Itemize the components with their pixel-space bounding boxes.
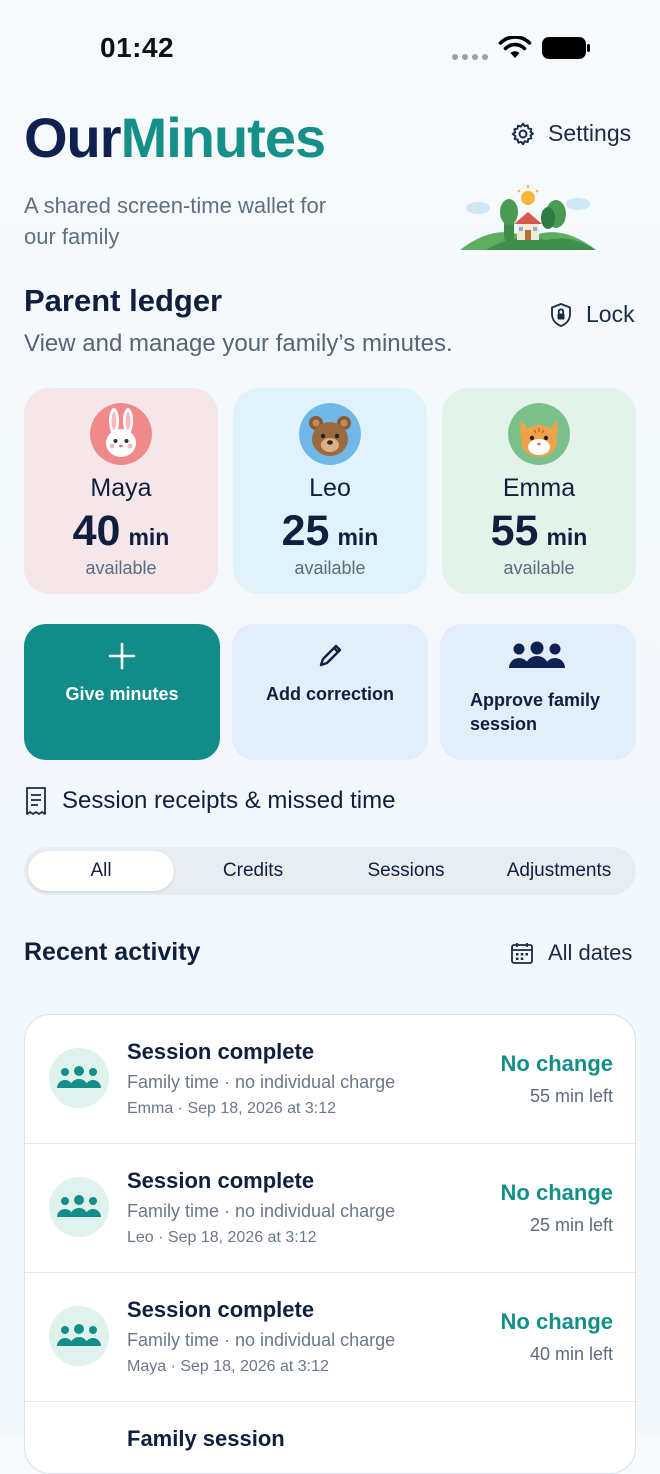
page-title: Parent ledger: [24, 283, 223, 318]
activity-meta: Leo · Sep 18, 2026 at 3:12: [127, 1229, 317, 1246]
logo-minutes: Minutes: [120, 106, 327, 169]
kid-name: Emma: [502, 474, 576, 502]
lock-label: Lock: [586, 301, 635, 327]
tab-sessions[interactable]: Sessions: [334, 851, 478, 891]
kid-card-maya[interactable]: Maya 40 min available: [24, 388, 218, 594]
date-filter-button[interactable]: All dates: [510, 940, 632, 966]
activity-row[interactable]: Session complete Family time · no indivi…: [25, 1144, 635, 1273]
kid-minutes-unit: min: [337, 524, 379, 550]
activity-meta: Maya · Sep 18, 2026 at 3:12: [127, 1358, 329, 1375]
shield-lock-icon: [551, 302, 571, 327]
recent-activity-title: Recent activity: [24, 938, 201, 966]
activity-title: Family session: [127, 1426, 285, 1451]
activity-title: Session complete: [127, 1039, 315, 1064]
gear-icon: [511, 122, 534, 145]
give-minutes-button[interactable]: Give minutes: [24, 624, 220, 760]
page-subtitle: View and manage your family’s minutes.: [24, 330, 453, 357]
activity-list: Session complete Family time · no indivi…: [24, 1014, 636, 1474]
family-house-illustration: [460, 185, 596, 250]
approve-family-session-label: Approve family session: [470, 690, 601, 734]
activity-remaining: 55 min left: [529, 1086, 613, 1106]
activity-detail: Family time · no individual charge: [127, 1072, 396, 1092]
activity-remaining: 25 min left: [529, 1215, 613, 1235]
approve-family-session-button[interactable]: Approve family session: [440, 624, 636, 760]
date-filter-label: All dates: [548, 940, 633, 965]
activity-title: Session complete: [127, 1168, 315, 1193]
family-group-icon: [49, 1306, 109, 1366]
pencil-icon: [319, 644, 342, 667]
kid-minutes: 25: [281, 507, 330, 555]
add-correction-button[interactable]: Add correction: [232, 624, 428, 760]
kid-minutes: 55: [490, 507, 539, 555]
filter-tabs: All Credits Sessions Adjustments: [24, 847, 636, 895]
kid-status: available: [294, 558, 366, 578]
receipt-icon: [26, 787, 46, 815]
app-logo: OurMinutes: [24, 104, 327, 172]
lock-button[interactable]: Lock: [550, 301, 635, 328]
kid-status: available: [85, 558, 157, 578]
activity-row[interactable]: Session complete Family time · no indivi…: [25, 1015, 635, 1144]
kid-card-emma[interactable]: Emma 55 min available: [442, 388, 636, 594]
activity-detail: Family time · no individual charge: [127, 1201, 396, 1221]
give-minutes-label: Give minutes: [65, 684, 179, 704]
activity-remaining: 40 min left: [529, 1344, 613, 1364]
calendar-icon: [511, 943, 533, 964]
activity-row[interactable]: Family session: [25, 1402, 635, 1473]
activity-row[interactable]: Session complete Family time · no indivi…: [25, 1273, 635, 1402]
kid-name: Leo: [309, 474, 351, 502]
kid-minutes-unit: min: [546, 524, 588, 550]
kid-status: available: [503, 558, 575, 578]
activity-change: No change: [500, 1051, 613, 1076]
kid-name: Maya: [90, 474, 152, 502]
bear-avatar-icon: [299, 403, 361, 465]
tab-all[interactable]: All: [28, 851, 174, 891]
family-group-icon: [49, 1177, 109, 1237]
family-group-icon: [49, 1048, 109, 1108]
battery-icon: [542, 37, 590, 59]
cat-avatar-icon: [508, 403, 570, 465]
settings-label: Settings: [548, 120, 632, 146]
add-correction-label: Add correction: [265, 684, 394, 704]
activity-change: No change: [500, 1309, 613, 1334]
plus-icon: [108, 642, 136, 670]
session-receipts-link[interactable]: Session receipts & missed time: [24, 786, 395, 816]
settings-button[interactable]: Settings: [510, 120, 631, 147]
kid-minutes: 40: [72, 507, 121, 555]
activity-change: No change: [500, 1180, 613, 1205]
tab-credits[interactable]: Credits: [182, 851, 324, 891]
status-time: 01:42: [100, 32, 175, 63]
kid-card-leo[interactable]: Leo 25 min available: [233, 388, 427, 594]
tab-adjustments[interactable]: Adjustments: [486, 851, 632, 891]
logo-our: Our: [24, 106, 122, 169]
tagline: A shared screen-time wallet for our fami…: [24, 193, 327, 249]
family-group-icon: [509, 641, 565, 668]
signal-dots-icon: [452, 54, 488, 60]
bunny-avatar-icon: [90, 403, 152, 465]
activity-meta: Emma · Sep 18, 2026 at 3:12: [127, 1100, 337, 1117]
activity-title: Session complete: [127, 1297, 315, 1322]
kid-minutes-unit: min: [128, 524, 170, 550]
activity-detail: Family time · no individual charge: [127, 1330, 396, 1350]
wifi-icon: [498, 36, 532, 58]
session-receipts-label: Session receipts & missed time: [62, 787, 396, 814]
